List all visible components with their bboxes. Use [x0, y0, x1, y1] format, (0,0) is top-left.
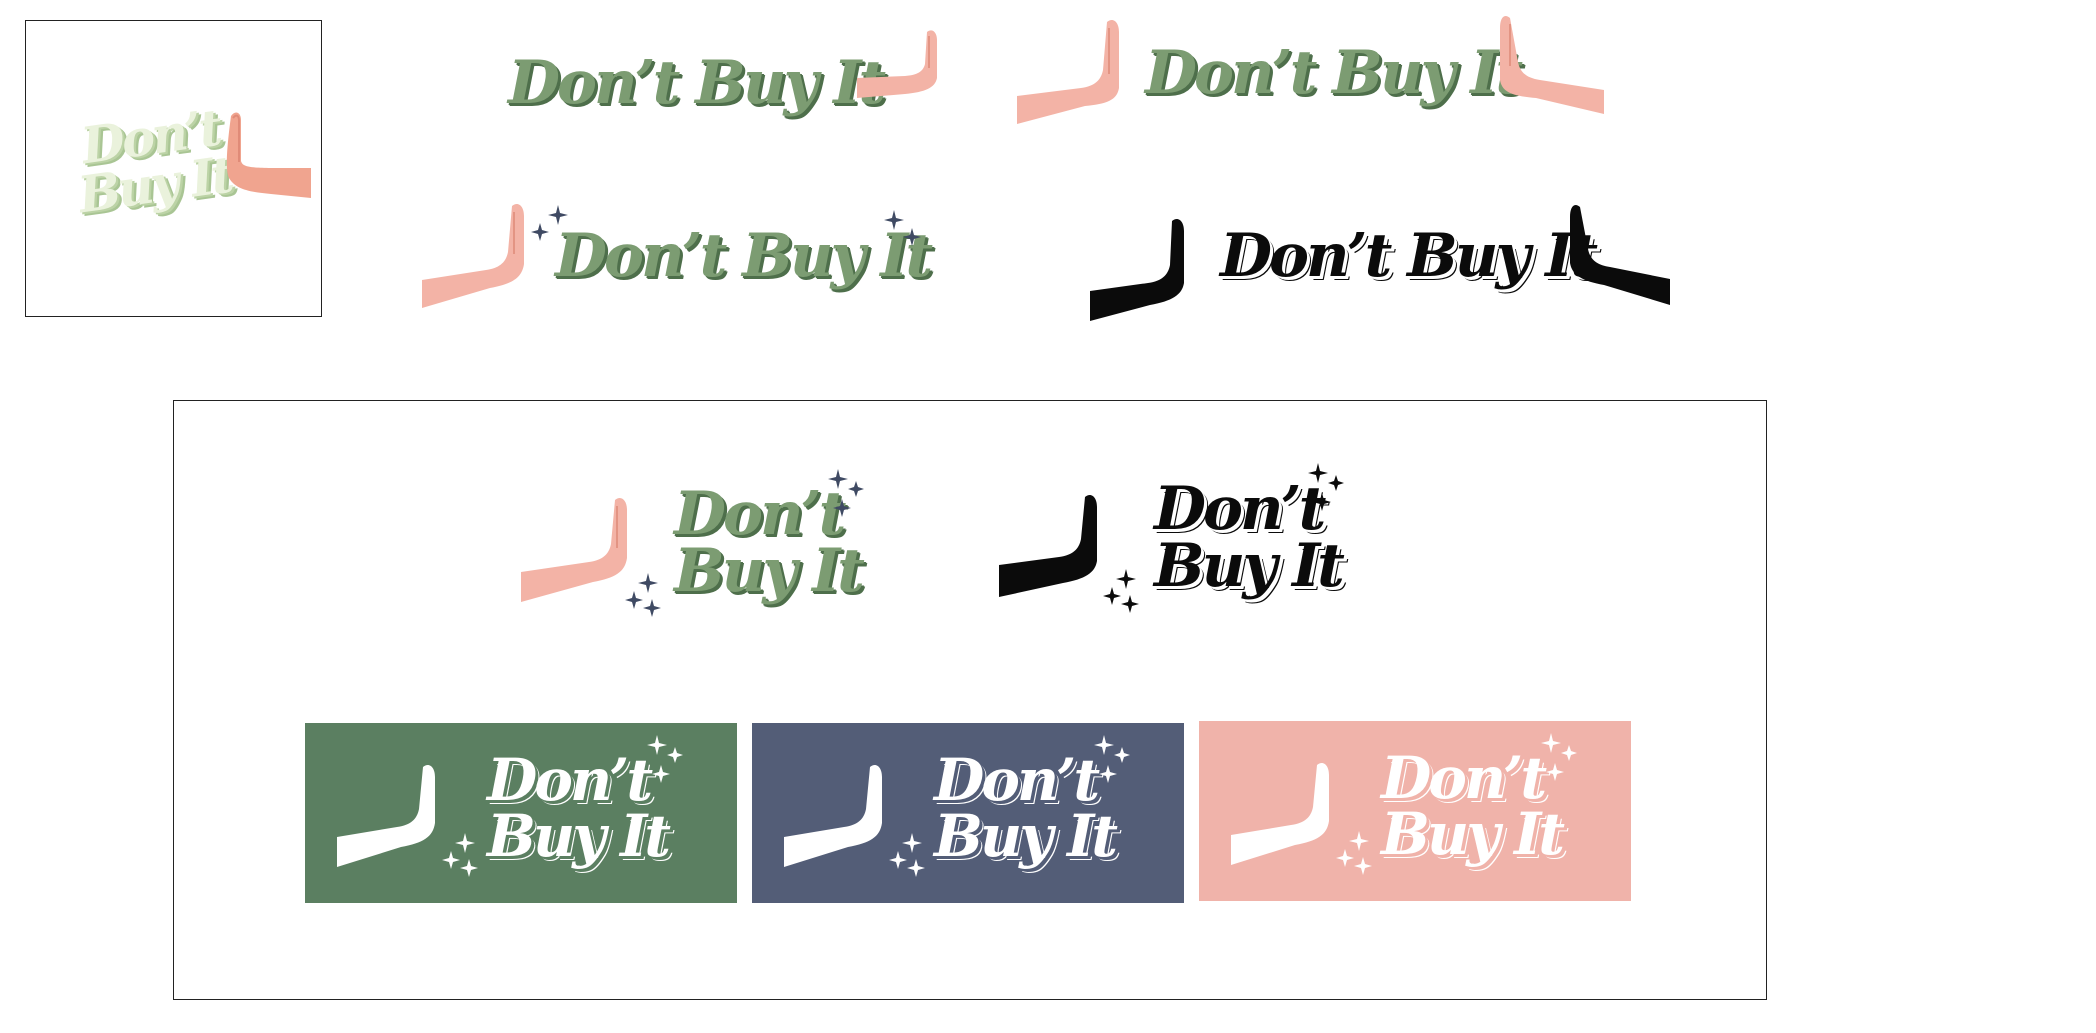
- stop-hand-icon: [1231, 763, 1329, 865]
- slate-panel-line1: Don’t: [934, 746, 1100, 814]
- sparkles-icon: [1541, 733, 1577, 781]
- stacked-green-line2: Buy It: [674, 536, 865, 606]
- sparkles-icon: [1336, 831, 1372, 875]
- stacked-green-line1: Don’t: [674, 479, 846, 549]
- logo-b-text: Don’t Buy It: [1145, 38, 1523, 108]
- pink-panel-line1: Don’t: [1381, 744, 1547, 812]
- thumbnail-frame: Don’t Buy It: [25, 20, 322, 317]
- sparkles-icon: [889, 833, 925, 877]
- pink-panel: Don’t Buy It: [1199, 721, 1631, 901]
- sparkles-icon: [884, 210, 921, 246]
- slate-panel: Don’t Buy It: [752, 723, 1184, 903]
- stop-hand-icon: [784, 765, 882, 867]
- green-panel-line2: Buy It: [487, 802, 671, 870]
- sparkles-icon: [442, 833, 478, 877]
- green-panel-line1: Don’t: [487, 746, 653, 814]
- sparkles-icon: [625, 573, 661, 617]
- pink-panel-line2: Buy It: [1381, 800, 1565, 868]
- stop-hand-icon: [226, 112, 311, 198]
- stop-hand-icon: [999, 495, 1097, 597]
- stop-hand-icon: [857, 30, 937, 99]
- sparkles-icon: [828, 469, 864, 517]
- logo-a-text: Don’t Buy It: [508, 48, 886, 118]
- stop-hand-icon: [337, 765, 435, 867]
- stacked-black-line2: Buy It: [1154, 531, 1345, 601]
- stop-hand-icon: [1090, 219, 1184, 321]
- stop-hand-icon: [1017, 20, 1119, 124]
- stacked-black-line1: Don’t: [1154, 474, 1326, 544]
- presentation-frame: Don’t Buy It Don’t Buy It Don’t Buy It D…: [173, 400, 1767, 1000]
- slate-panel-line2: Buy It: [934, 802, 1118, 870]
- stop-hand-icon: [1570, 205, 1670, 305]
- stop-hand-icon: [521, 498, 627, 602]
- sparkles-icon: [647, 735, 683, 783]
- sparkles-icon: [1308, 463, 1344, 511]
- stop-hand-icon: [422, 204, 524, 308]
- sparkles-icon: [1103, 569, 1139, 613]
- logo-c-text: Don’t Buy It: [555, 221, 933, 291]
- green-panel: Don’t Buy It: [305, 723, 737, 903]
- logo-d-text: Don’t Buy It: [1220, 221, 1598, 291]
- stop-hand-icon: [1500, 16, 1604, 114]
- sparkles-icon: [1094, 735, 1130, 783]
